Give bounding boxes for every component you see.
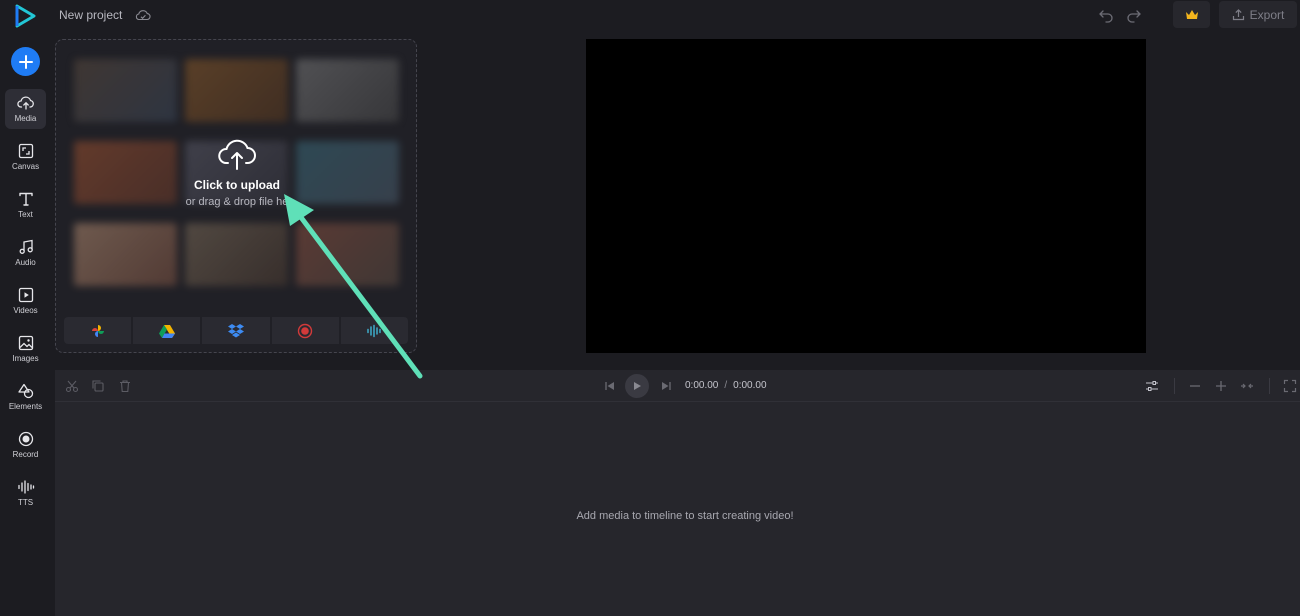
sidebar-item-label: Audio [15,258,36,267]
skip-back-icon[interactable] [603,379,617,393]
toolbar-divider [1174,378,1175,394]
sidebar-item-canvas[interactable]: Canvas [5,137,46,177]
current-time: 0:00.00 [685,380,719,391]
tts-audio-icon [367,324,382,337]
toolbar-divider [1269,378,1270,394]
sidebar-item-text[interactable]: Text [5,185,46,225]
sidebar-item-label: Elements [8,402,43,411]
trash-icon[interactable] [118,379,132,393]
record-screen-button[interactable] [271,317,339,344]
project-title[interactable]: New project [59,8,122,22]
cloud-sync-icon [135,10,151,21]
media-upload-panel[interactable]: Click to upload or drag & drop file he [55,39,417,353]
track-settings-icon[interactable] [1145,379,1159,393]
time-separator: / [724,380,728,391]
zoom-in-icon[interactable] [1214,379,1228,393]
undo-icon[interactable] [1098,7,1114,23]
play-button[interactable] [625,374,649,398]
tts-audio-button[interactable] [340,317,409,344]
sidebar-item-images[interactable]: Images [5,329,46,369]
waveform-icon [17,480,34,494]
sidebar-item-label: Canvas [11,162,40,171]
scissors-icon[interactable] [65,379,79,393]
sidebar-item-label: Media [14,114,37,123]
timeline-toolbar: 0:00.00 / 0:00.00 [55,370,1300,402]
sidebar-item-record[interactable]: Record [5,425,46,465]
sidebar-item-videos[interactable]: Videos [5,281,46,321]
upload-cloud-icon [16,96,34,110]
google-drive-button[interactable] [133,317,201,344]
zoom-out-icon[interactable] [1188,379,1202,393]
video-preview-canvas[interactable] [586,39,1146,353]
sidebar-item-media[interactable]: Media [5,89,46,129]
sidebar-item-tts[interactable]: TTS [5,473,46,513]
left-sidebar: Media Canvas Text Audio Videos Images El… [0,0,52,616]
upload-subtitle: or drag & drop file he [185,196,289,208]
google-photos-icon [91,324,104,337]
add-button[interactable] [11,47,40,76]
import-sources-bar [64,317,409,344]
redo-icon[interactable] [1126,7,1142,23]
sidebar-item-label: Videos [13,306,38,315]
fit-timeline-icon[interactable] [1240,379,1254,393]
music-note-icon [19,239,33,254]
timeline-empty-message: Add media to timeline to start creating … [576,510,794,522]
canvas-resize-icon [18,143,33,159]
sidebar-item-label: Record [12,450,39,459]
record-icon [18,431,33,447]
sidebar-item-label: Text [18,210,33,219]
dropbox-button[interactable] [202,317,270,344]
export-button[interactable]: Export [1219,1,1297,28]
text-icon [18,192,33,206]
upload-cloud-icon [218,139,256,170]
record-screen-icon [298,323,313,338]
crown-icon [1185,9,1198,19]
export-icon [1232,9,1244,21]
duplicate-icon[interactable] [91,379,105,393]
sidebar-item-label: Images [12,354,39,363]
export-label: Export [1249,7,1285,22]
timeline-panel: 0:00.00 / 0:00.00 Add media to timeline … [55,370,1300,616]
upload-title[interactable]: Click to upload [56,178,416,192]
dropbox-icon [228,323,244,337]
upload-dropzone[interactable]: Click to upload or drag & drop file he [56,136,416,208]
skip-forward-icon[interactable] [659,379,673,393]
shapes-icon [17,383,33,399]
sidebar-item-audio[interactable]: Audio [5,233,46,273]
video-icon [18,287,33,303]
timecode-display: 0:00.00 / 0:00.00 [685,380,767,391]
total-time: 0:00.00 [733,380,767,391]
play-icon [634,382,641,390]
google-photos-button[interactable] [64,317,132,344]
image-icon [18,335,33,351]
app-logo-icon[interactable] [13,4,37,28]
premium-button[interactable] [1173,1,1210,28]
fullscreen-icon[interactable] [1283,379,1297,393]
plus-icon [18,54,33,69]
google-drive-icon [158,324,175,338]
sidebar-item-label: TTS [17,498,34,507]
sidebar-item-elements[interactable]: Elements [5,377,46,417]
